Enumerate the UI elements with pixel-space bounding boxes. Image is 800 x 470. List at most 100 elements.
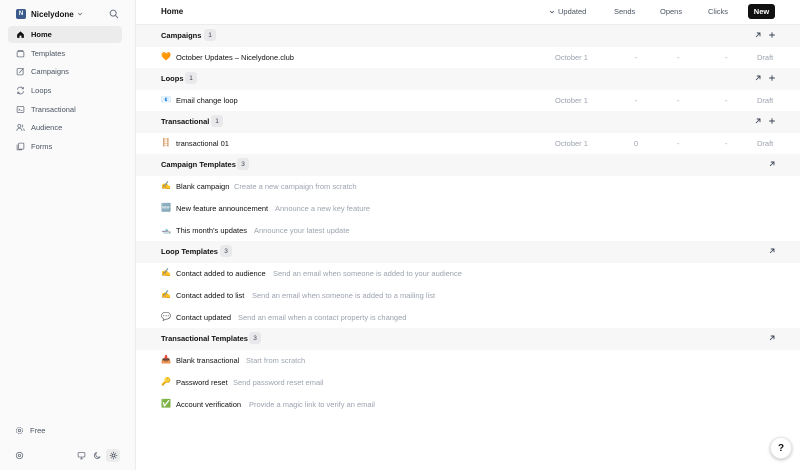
sidebar-item-audience[interactable]: Audience <box>8 119 122 136</box>
count-badge: 1 <box>204 29 216 41</box>
gear-icon <box>15 426 24 435</box>
emoji-icon: 📥 <box>161 355 171 364</box>
search-icon[interactable] <box>109 9 119 19</box>
column-clicks[interactable]: Clicks <box>708 7 728 16</box>
section-header-transactional-templates: Transactional Templates 3 <box>136 328 800 350</box>
template-item[interactable]: 💬 Contact updated Send an email when a c… <box>136 307 800 328</box>
sort-label: Updated <box>558 7 587 16</box>
sidebar-item-label: Loops <box>31 86 52 96</box>
arrow-up-right-icon[interactable] <box>768 334 776 342</box>
moon-icon[interactable] <box>93 451 102 460</box>
emoji-icon: ✍️ <box>161 268 171 277</box>
list-item[interactable]: 🧡 October Updates – Nicelydone.club Octo… <box>136 47 800 68</box>
arrow-up-right-icon[interactable] <box>754 74 762 82</box>
item-title: New feature announcement <box>176 204 269 213</box>
sidebar: N Nicelydone Home Templates Campaigns Lo… <box>0 0 136 470</box>
sidebar-item-templates[interactable]: Templates <box>8 45 122 62</box>
item-date: October 1 <box>555 96 588 105</box>
new-button[interactable]: New <box>748 4 775 19</box>
item-description: Provide a magic link to verify an email <box>249 400 375 409</box>
sidebar-item-label: Transactional <box>31 104 76 114</box>
template-item[interactable]: ✅ Account verification Provide a magic l… <box>136 394 800 415</box>
arrow-up-right-icon[interactable] <box>768 247 776 255</box>
status-label: Draft <box>757 96 774 105</box>
emoji-icon: 🪜 <box>161 138 171 147</box>
sidebar-nav: Home Templates Campaigns Loops Transacti… <box>8 26 122 157</box>
home-icon <box>17 31 24 38</box>
list-item[interactable]: 📧 Email change loop October 1 - - - Draf… <box>136 90 800 111</box>
sidebar-item-transactional[interactable]: Transactional <box>8 101 122 118</box>
plus-icon[interactable] <box>768 31 776 39</box>
item-description: Send an email when a contact property is… <box>238 313 407 322</box>
header: Home Updated Sends Opens Clicks New <box>136 0 800 25</box>
audience-icon <box>16 124 25 132</box>
sidebar-item-forms[interactable]: Forms <box>8 138 122 155</box>
item-description: Create a new campaign from scratch <box>234 182 357 191</box>
theme-switcher <box>0 449 136 463</box>
column-opens[interactable]: Opens <box>660 7 682 16</box>
sidebar-item-label: Templates <box>31 48 66 58</box>
template-item[interactable]: 🛥️ This month's updates Announce your la… <box>136 220 800 241</box>
item-title: Contact added to list <box>176 291 245 300</box>
page-title: Home <box>161 7 184 16</box>
arrow-up-right-icon[interactable] <box>768 160 776 168</box>
workspace-switcher[interactable]: N Nicelydone <box>16 8 83 20</box>
plus-icon[interactable] <box>768 117 776 125</box>
workspace-name: Nicelydone <box>31 9 74 19</box>
plus-icon[interactable] <box>768 74 776 82</box>
plan-label: Free <box>30 426 46 435</box>
campaign-icon <box>16 68 25 76</box>
item-opens: - <box>677 96 680 105</box>
sidebar-item-campaigns[interactable]: Campaigns <box>8 63 122 80</box>
help-button[interactable]: ? <box>770 437 792 459</box>
emoji-icon: 🔑 <box>161 377 171 386</box>
sidebar-item-label: Forms <box>31 142 53 152</box>
section-header-campaign-templates: Campaign Templates 3 <box>136 154 800 176</box>
item-description: Send an email when someone is added to a… <box>252 291 436 300</box>
sidebar-item-home[interactable]: Home <box>8 26 122 43</box>
item-date: October 1 <box>555 53 588 62</box>
item-sends: - <box>634 53 638 62</box>
plan-indicator[interactable]: Free <box>15 426 45 435</box>
monitor-icon[interactable] <box>77 451 86 460</box>
item-clicks: - <box>725 53 728 62</box>
sidebar-item-loops[interactable]: Loops <box>8 82 122 99</box>
item-title: Contact added to audience <box>176 269 266 278</box>
count-badge: 3 <box>249 332 261 344</box>
section-title: Campaign Templates <box>161 160 236 169</box>
template-item[interactable]: 📥 Blank transactional Start from scratch <box>136 350 800 371</box>
sidebar-item-label: Audience <box>31 123 63 133</box>
template-item[interactable]: 🔑 Password reset Send password reset ema… <box>136 372 800 393</box>
status-label: Draft <box>757 53 774 62</box>
arrow-up-right-icon[interactable] <box>754 31 762 39</box>
sort-dropdown[interactable]: Updated <box>549 7 586 16</box>
item-title: Email change loop <box>176 96 238 105</box>
arrow-up-right-icon[interactable] <box>754 117 762 125</box>
template-item[interactable]: 🆕 New feature announcement Announce a ne… <box>136 198 800 219</box>
chevron-down-icon <box>549 10 555 13</box>
settings-icon[interactable] <box>15 451 24 460</box>
item-clicks: - <box>725 96 728 105</box>
column-sends[interactable]: Sends <box>614 7 635 16</box>
item-title: This month's updates <box>176 226 248 235</box>
chevron-down-icon <box>77 12 82 16</box>
section-header-campaigns: Campaigns 1 <box>136 25 800 47</box>
item-title: Password reset <box>176 378 228 387</box>
emoji-icon: 🆕 <box>161 203 171 212</box>
list-item[interactable]: 🪜 transactional 01 October 1 0 - - Draft <box>136 133 800 154</box>
emoji-icon: ✅ <box>161 399 171 408</box>
sun-icon[interactable] <box>109 451 118 460</box>
item-date: October 1 <box>555 139 588 148</box>
item-title: October Updates – Nicelydone.club <box>176 53 294 62</box>
section-header-loops: Loops 1 <box>136 68 800 90</box>
item-title: Blank transactional <box>176 356 240 365</box>
main-content: Home Updated Sends Opens Clicks New Camp… <box>136 0 800 470</box>
template-item[interactable]: ✍️ Contact added to list Send an email w… <box>136 285 800 306</box>
template-item[interactable]: ✍️ Contact added to audience Send an ema… <box>136 263 800 284</box>
template-item[interactable]: ✍️ Blank campaign Create a new campaign … <box>136 176 800 197</box>
item-opens: - <box>677 53 680 62</box>
emoji-icon: 📧 <box>161 95 171 104</box>
template-icon <box>16 49 25 57</box>
section-header-loop-templates: Loop Templates 3 <box>136 241 800 263</box>
section-header-transactional: Transactional 1 <box>136 111 800 133</box>
